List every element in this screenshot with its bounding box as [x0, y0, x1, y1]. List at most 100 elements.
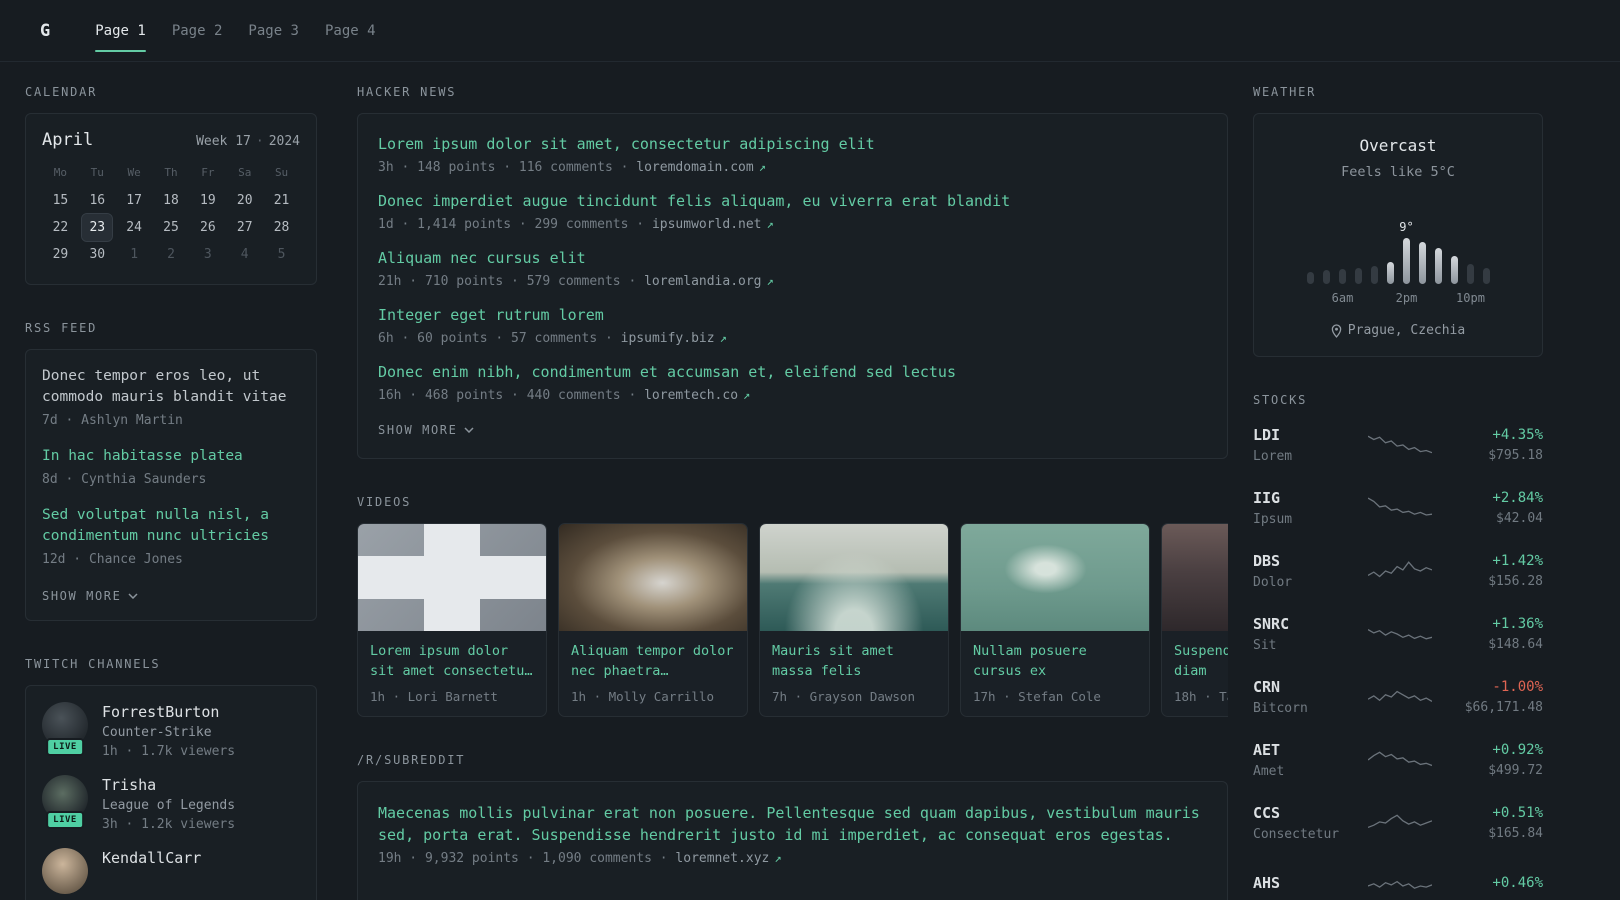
tab-page-3[interactable]: Page 3: [235, 19, 312, 43]
reddit-post-title[interactable]: Maecenas mollis pulvinar erat non posuer…: [378, 802, 1207, 846]
twitch-panel: LIVE ForrestBurton Counter-Strike 1h · 1…: [25, 685, 317, 900]
show-more-label: SHOW MORE: [378, 423, 458, 437]
calendar-panel: April Week 17 · 2024 Mo Tu We Th Fr Sa Su 15 16 17…: [25, 113, 317, 285]
video-title[interactable]: Nullam posuere cursus ex: [973, 641, 1137, 681]
hn-item-title[interactable]: Lorem ipsum dolor sit amet, consectetur …: [378, 134, 1207, 155]
rss-item-title[interactable]: Sed volutpat nulla nisl, a condimentum n…: [42, 505, 300, 547]
twitch-channel-row[interactable]: LIVE Trisha League of Legends 3h · 1.2k …: [42, 775, 300, 832]
calendar-day-header: Th: [164, 166, 178, 179]
calendar-day-header: Sa: [238, 166, 252, 179]
twitch-channel-row[interactable]: KendallCarr: [42, 848, 300, 894]
external-link-icon: ↗: [766, 217, 774, 231]
video-thumbnail: [358, 524, 546, 631]
stock-name: Sit: [1253, 637, 1277, 653]
stock-row[interactable]: CRN Bitcorn -1.00% $66,171.48: [1253, 673, 1543, 720]
stock-name: Amet: [1253, 763, 1285, 779]
video-card[interactable]: Suspendisse diam 18h · Tara: [1161, 523, 1228, 717]
weather-location: Prague, Czechia: [1270, 323, 1526, 338]
subreddit-widget: /R/SUBREDDIT Maecenas mollis pulvinar er…: [357, 753, 1228, 900]
stocks-widget-header: STOCKS: [1253, 393, 1308, 407]
stock-price: $66,171.48: [1464, 699, 1543, 715]
calendar-day: 16: [89, 193, 106, 208]
rss-item-title[interactable]: In hac habitasse platea: [42, 446, 300, 467]
app-logo[interactable]: G: [40, 21, 50, 41]
video-meta: 1h · Lori Barnett: [370, 689, 498, 704]
video-card[interactable]: Mauris sit amet massa felis 7h · Grayson…: [759, 523, 949, 717]
twitch-channel-name[interactable]: ForrestBurton: [102, 703, 219, 721]
stock-ticker: SNRC: [1253, 614, 1290, 633]
calendar-day: 2: [167, 247, 175, 262]
hn-item-domain[interactable]: ipsumify.biz: [621, 331, 715, 346]
weather-location-text: Prague, Czechia: [1347, 323, 1466, 338]
hn-item: Integer eget rutrum lorem 6h · 60 points…: [378, 305, 1207, 346]
twitch-channel-info: KendallCarr: [102, 848, 201, 871]
hn-item-domain[interactable]: loremlandia.org: [644, 274, 761, 289]
video-title[interactable]: Lorem ipsum dolor sit amet consectetu…: [370, 641, 534, 681]
rss-show-more-button[interactable]: SHOW MORE: [42, 589, 138, 603]
tab-page-1[interactable]: Page 1: [82, 19, 159, 52]
video-card[interactable]: Lorem ipsum dolor sit amet consectetu… 1…: [357, 523, 547, 717]
twitch-channel-name[interactable]: Trisha: [102, 776, 156, 794]
stock-change: +1.36%: [1492, 615, 1543, 632]
hn-item-domain[interactable]: ipsumworld.net: [652, 217, 762, 232]
stock-row[interactable]: CCS Consectetur +0.51% $165.84: [1253, 799, 1543, 846]
hacker-news-panel: Lorem ipsum dolor sit amet, consectetur …: [357, 113, 1228, 459]
calendar-day: 3: [203, 247, 212, 262]
stock-row[interactable]: IIG Ipsum +2.84% $42.04: [1253, 484, 1543, 531]
hn-item-title[interactable]: Integer eget rutrum lorem: [378, 305, 1207, 326]
video-card[interactable]: Aliquam tempor dolor nec phaetra… 1h · M…: [558, 523, 748, 717]
weather-time-label: 2pm: [1395, 291, 1418, 305]
external-link-icon: ↗: [766, 274, 774, 288]
hn-item: Donec enim nibh, condimentum et accumsan…: [378, 362, 1207, 403]
stock-row[interactable]: SNRC Sit +1.36% $148.64: [1253, 610, 1543, 657]
reddit-post-meta: 19h · 9,932 points · 1,090 comments · lo…: [378, 851, 1207, 866]
stock-row[interactable]: DBS Dolor +1.42% $156.28: [1253, 547, 1543, 594]
calendar-day: 27: [236, 220, 253, 235]
video-title[interactable]: Aliquam tempor dolor nec phaetra…: [571, 641, 735, 681]
weather-bar: [1322, 270, 1330, 284]
calendar-day: 22: [52, 220, 69, 235]
hn-item-title[interactable]: Donec enim nibh, condimentum et accumsan…: [378, 362, 1207, 383]
weather-widget-header: WEATHER: [1253, 85, 1317, 99]
weather-chart: 9°: [1270, 206, 1526, 284]
calendar-dow-row: Mo Tu We Th Fr Sa Su: [42, 166, 300, 179]
calendar-day: 25: [163, 220, 179, 235]
avatar: LIVE: [42, 775, 88, 829]
videos-row: Lorem ipsum dolor sit amet consectetu… 1…: [357, 523, 1228, 717]
video-title[interactable]: Suspendisse diam: [1174, 641, 1228, 681]
twitch-channel-row[interactable]: LIVE ForrestBurton Counter-Strike 1h · 1…: [42, 702, 300, 759]
hn-item-stats: 1d · 1,414 points · 299 comments ·: [378, 217, 652, 232]
tab-page-2[interactable]: Page 2: [159, 19, 236, 43]
tab-page-4[interactable]: Page 4: [312, 19, 389, 43]
subreddit-panel: Maecenas mollis pulvinar erat non posuer…: [357, 781, 1228, 900]
twitch-channel-meta: 3h · 1.2k viewers: [102, 817, 236, 832]
stock-row[interactable]: AET Amet +0.92% $499.72: [1253, 736, 1543, 783]
hn-item-meta: 1d · 1,414 points · 299 comments · ipsum…: [378, 217, 1207, 232]
hn-item-domain[interactable]: loremtech.co: [644, 388, 738, 403]
weather-bar: [1386, 262, 1394, 284]
videos-widget-header: VIDEOS: [357, 495, 412, 509]
hn-show-more-button[interactable]: SHOW MORE: [378, 423, 474, 437]
video-card[interactable]: Nullam posuere cursus ex 17h · Stefan Co…: [960, 523, 1150, 717]
calendar-day: 24: [126, 220, 142, 235]
rss-panel: Donec tempor eros leo, ut commodo mauris…: [25, 349, 317, 621]
stock-row[interactable]: LDI Lorem +4.35% $795.18: [1253, 421, 1543, 468]
reddit-post: Maecenas mollis pulvinar erat non posuer…: [378, 802, 1207, 866]
calendar-day: 26: [200, 220, 216, 235]
stock-row[interactable]: AHS +0.46%: [1253, 862, 1543, 900]
stock-ticker: LDI: [1253, 425, 1281, 444]
hn-item-title[interactable]: Aliquam nec cursus elit: [378, 248, 1207, 269]
show-more-label: SHOW MORE: [42, 589, 122, 603]
calendar-day: 4: [240, 247, 249, 262]
twitch-channel-game: Counter-Strike: [102, 725, 212, 740]
video-card-body: Lorem ipsum dolor sit amet consectetu… 1…: [358, 631, 546, 716]
weather-bar: [1354, 268, 1362, 284]
calendar-year: 2024: [268, 134, 300, 149]
hn-item-meta: 16h · 468 points · 440 comments · loremt…: [378, 388, 1207, 403]
reddit-post-domain[interactable]: loremnet.xyz: [675, 851, 769, 866]
twitch-channel-name[interactable]: KendallCarr: [102, 849, 201, 867]
hn-item-domain[interactable]: loremdomain.com: [636, 160, 753, 175]
hn-item-title[interactable]: Donec imperdiet augue tincidunt felis al…: [378, 191, 1207, 212]
rss-item-title[interactable]: Donec tempor eros leo, ut commodo mauris…: [42, 366, 300, 408]
video-title[interactable]: Mauris sit amet massa felis: [772, 641, 936, 681]
